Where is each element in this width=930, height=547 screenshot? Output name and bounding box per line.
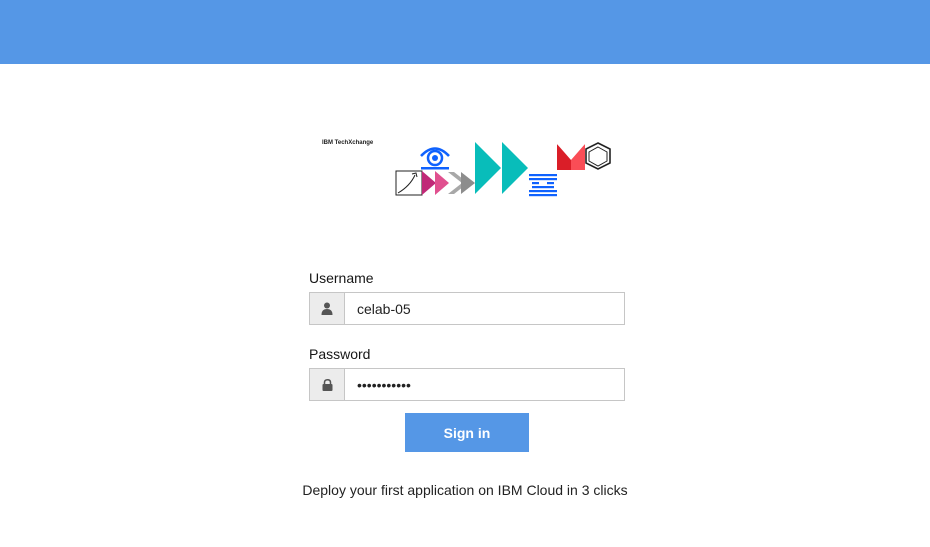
gray-arrows-icon — [448, 172, 475, 194]
hexagon-icon — [585, 142, 611, 170]
eye-icon — [420, 147, 450, 170]
chart-growth-icon — [395, 170, 423, 196]
techxchange-logo: IBM TechXchange — [318, 136, 618, 202]
user-icon — [309, 292, 344, 325]
red-m-icon — [557, 144, 585, 170]
login-form: Username Password — [309, 268, 625, 401]
top-header-bar — [0, 0, 930, 64]
username-label: Username — [309, 270, 374, 286]
password-input[interactable] — [344, 368, 625, 401]
teal-arrows-icon — [475, 142, 528, 194]
logo-artwork — [395, 142, 611, 197]
username-input[interactable] — [344, 292, 625, 325]
lock-icon — [309, 368, 344, 401]
ibm-m-icon — [529, 174, 557, 197]
sign-in-button[interactable]: Sign in — [405, 413, 529, 452]
password-label: Password — [309, 346, 371, 362]
pink-arrows-icon — [422, 171, 449, 195]
password-row — [309, 368, 625, 401]
footer-tagline: Deploy your first application on IBM Clo… — [302, 482, 628, 498]
username-row — [309, 292, 625, 325]
